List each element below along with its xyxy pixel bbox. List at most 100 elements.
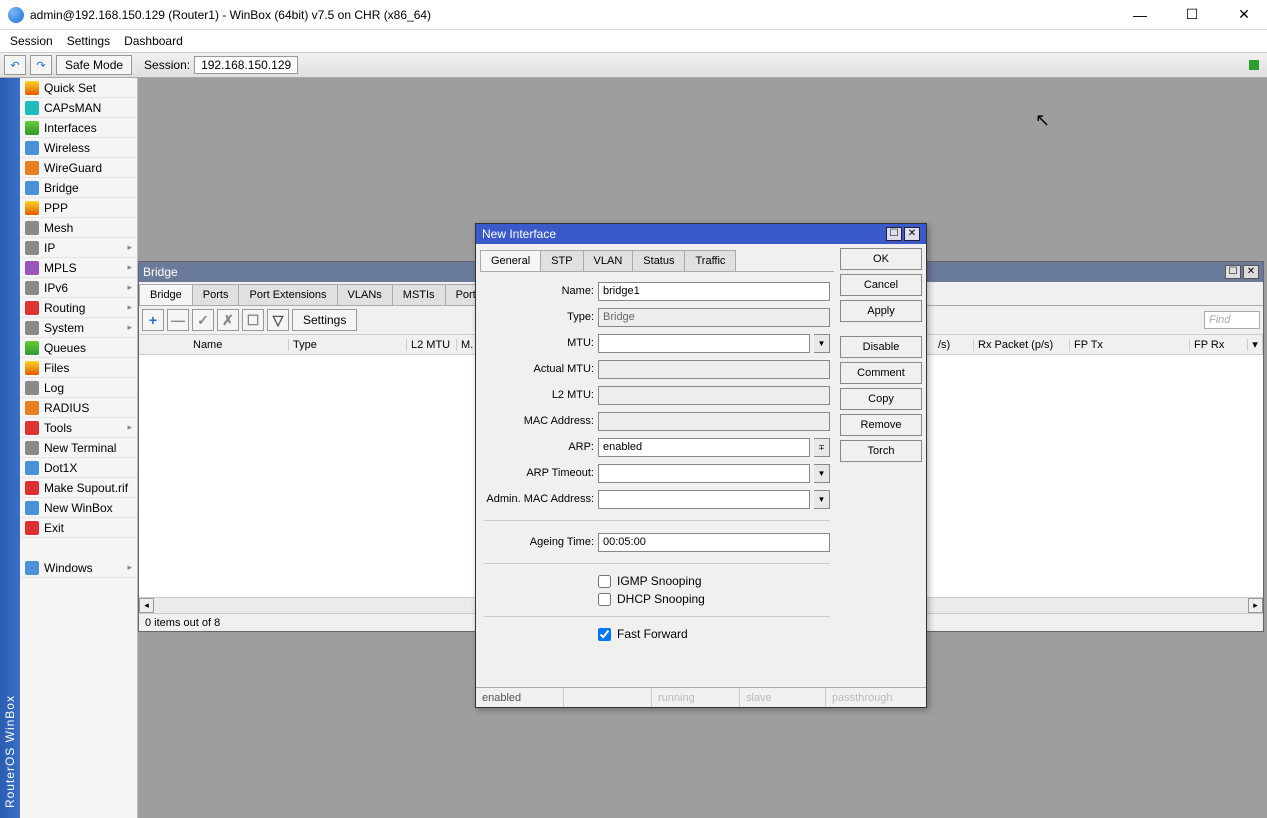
sidebar-item-ip[interactable]: IP▸ xyxy=(20,238,137,258)
sidebar-item-capsman[interactable]: CAPsMAN xyxy=(20,98,137,118)
minimize-icon[interactable]: — xyxy=(1125,7,1155,23)
sidebar-item-wireless[interactable]: Wireless xyxy=(20,138,137,158)
safe-mode-button[interactable]: Safe Mode xyxy=(56,55,132,75)
column-header[interactable]: /s) xyxy=(934,339,974,351)
menu-session[interactable]: Session xyxy=(10,34,53,48)
fastforward-checkbox[interactable] xyxy=(598,628,611,641)
sidebar-item-new-terminal[interactable]: New Terminal xyxy=(20,438,137,458)
tab-traffic[interactable]: Traffic xyxy=(684,250,736,271)
column-header[interactable]: Rx Packet (p/s) xyxy=(974,339,1070,351)
close-icon[interactable]: ✕ xyxy=(1229,6,1259,23)
remove-button[interactable]: — xyxy=(167,309,189,331)
ok-button[interactable]: OK xyxy=(840,248,922,270)
sidebar-item-label: Interfaces xyxy=(44,121,97,135)
sidebar-item-label: CAPsMAN xyxy=(44,101,101,115)
settings-button[interactable]: Settings xyxy=(292,309,357,331)
ageing-input[interactable]: 00:05:00 xyxy=(598,533,830,552)
tab-general[interactable]: General xyxy=(480,250,541,271)
sidebar-item-label: Routing xyxy=(44,301,85,315)
sidebar-icon xyxy=(25,401,39,415)
igmp-checkbox[interactable] xyxy=(598,575,611,588)
sidebar-item-label: New WinBox xyxy=(44,501,113,515)
sidebar-item-ppp[interactable]: PPP xyxy=(20,198,137,218)
tab-status[interactable]: Status xyxy=(632,250,685,271)
sidebar-item-wireguard[interactable]: WireGuard xyxy=(20,158,137,178)
tab-port-extensions[interactable]: Port Extensions xyxy=(238,284,337,305)
arp-select[interactable]: enabled xyxy=(598,438,810,457)
find-input[interactable]: Find xyxy=(1204,311,1260,329)
column-header[interactable]: FP Rx xyxy=(1190,339,1248,351)
redo-button[interactable]: ↷ xyxy=(30,55,52,75)
menu-settings[interactable]: Settings xyxy=(67,34,110,48)
admin-mac-input[interactable] xyxy=(598,490,810,509)
admin-mac-dropdown-icon[interactable]: ▼ xyxy=(814,490,830,509)
mtu-input[interactable] xyxy=(598,334,810,353)
cancel-button[interactable]: Cancel xyxy=(840,274,922,296)
scroll-right-icon[interactable]: ▸ xyxy=(1248,598,1263,613)
sidebar-item-label: Bridge xyxy=(44,181,79,195)
sidebar-icon xyxy=(25,421,39,435)
menu-dashboard[interactable]: Dashboard xyxy=(124,34,183,48)
arp-timeout-input[interactable] xyxy=(598,464,810,483)
sidebar-item-system[interactable]: System▸ xyxy=(20,318,137,338)
comment-button-dlg[interactable]: Comment xyxy=(840,362,922,384)
bridge-minimize-icon[interactable]: ☐ xyxy=(1225,265,1241,279)
sidebar-item-radius[interactable]: RADIUS xyxy=(20,398,137,418)
sidebar-item-label: Wireless xyxy=(44,141,90,155)
torch-button[interactable]: Torch xyxy=(840,440,922,462)
sidebar-item-interfaces[interactable]: Interfaces xyxy=(20,118,137,138)
sidebar-item-windows[interactable]: Windows▸ xyxy=(20,558,137,578)
tab-mstis[interactable]: MSTIs xyxy=(392,284,446,305)
sidebar-item-log[interactable]: Log xyxy=(20,378,137,398)
add-button[interactable]: + xyxy=(142,309,164,331)
filter-button[interactable]: ▽ xyxy=(267,309,289,331)
maximize-icon[interactable]: ☐ xyxy=(1177,6,1207,23)
menubar: Session Settings Dashboard xyxy=(0,30,1267,52)
disable-button[interactable]: ✗ xyxy=(217,309,239,331)
mtu-dropdown-icon[interactable]: ▼ xyxy=(814,334,830,353)
sidebar-icon xyxy=(25,121,39,135)
column-header[interactable]: Type xyxy=(289,339,407,351)
sidebar-item-tools[interactable]: Tools▸ xyxy=(20,418,137,438)
name-label: Name: xyxy=(484,285,594,297)
arp-dropdown-icon[interactable]: ∓ xyxy=(814,438,830,457)
arp-timeout-dropdown-icon[interactable]: ▼ xyxy=(814,464,830,483)
sidebar-item-quick-set[interactable]: Quick Set xyxy=(20,78,137,98)
sidebar-item-label: Dot1X xyxy=(44,461,77,475)
sidebar-item-exit[interactable]: Exit xyxy=(20,518,137,538)
bridge-close-icon[interactable]: ✕ xyxy=(1243,265,1259,279)
remove-button-dlg[interactable]: Remove xyxy=(840,414,922,436)
sidebar-item-bridge[interactable]: Bridge xyxy=(20,178,137,198)
dialog-minimize-icon[interactable]: ☐ xyxy=(886,227,902,241)
column-menu-icon[interactable]: ▾ xyxy=(1248,335,1263,354)
sidebar-item-queues[interactable]: Queues xyxy=(20,338,137,358)
tab-stp[interactable]: STP xyxy=(540,250,583,271)
name-input[interactable]: bridge1 xyxy=(598,282,830,301)
dialog-titlebar[interactable]: New Interface ☐ ✕ xyxy=(476,224,926,244)
dhcp-checkbox[interactable] xyxy=(598,593,611,606)
sidebar-item-new-winbox[interactable]: New WinBox xyxy=(20,498,137,518)
sidebar-item-make-supout.rif[interactable]: Make Supout.rif xyxy=(20,478,137,498)
sidebar-item-ipv6[interactable]: IPv6▸ xyxy=(20,278,137,298)
disable-button-dlg[interactable]: Disable xyxy=(840,336,922,358)
apply-button[interactable]: Apply xyxy=(840,300,922,322)
scroll-left-icon[interactable]: ◂ xyxy=(139,598,154,613)
column-header[interactable]: FP Tx xyxy=(1070,339,1190,351)
tab-bridge[interactable]: Bridge xyxy=(139,284,193,305)
dialog-close-icon[interactable]: ✕ xyxy=(904,227,920,241)
column-header[interactable]: L2 MTU xyxy=(407,339,457,351)
tab-ports[interactable]: Ports xyxy=(192,284,240,305)
sidebar-item-mesh[interactable]: Mesh xyxy=(20,218,137,238)
copy-button[interactable]: Copy xyxy=(840,388,922,410)
sidebar-item-files[interactable]: Files xyxy=(20,358,137,378)
tab-vlan[interactable]: VLAN xyxy=(583,250,634,271)
tab-vlans[interactable]: VLANs xyxy=(337,284,393,305)
enable-button[interactable]: ✓ xyxy=(192,309,214,331)
sidebar-item-mpls[interactable]: MPLS▸ xyxy=(20,258,137,278)
sidebar-item-routing[interactable]: Routing▸ xyxy=(20,298,137,318)
undo-button[interactable]: ↶ xyxy=(4,55,26,75)
column-header[interactable]: Name xyxy=(189,339,289,351)
comment-button[interactable]: ☐ xyxy=(242,309,264,331)
column-header[interactable]: M. xyxy=(457,339,477,351)
sidebar-item-dot1x[interactable]: Dot1X xyxy=(20,458,137,478)
